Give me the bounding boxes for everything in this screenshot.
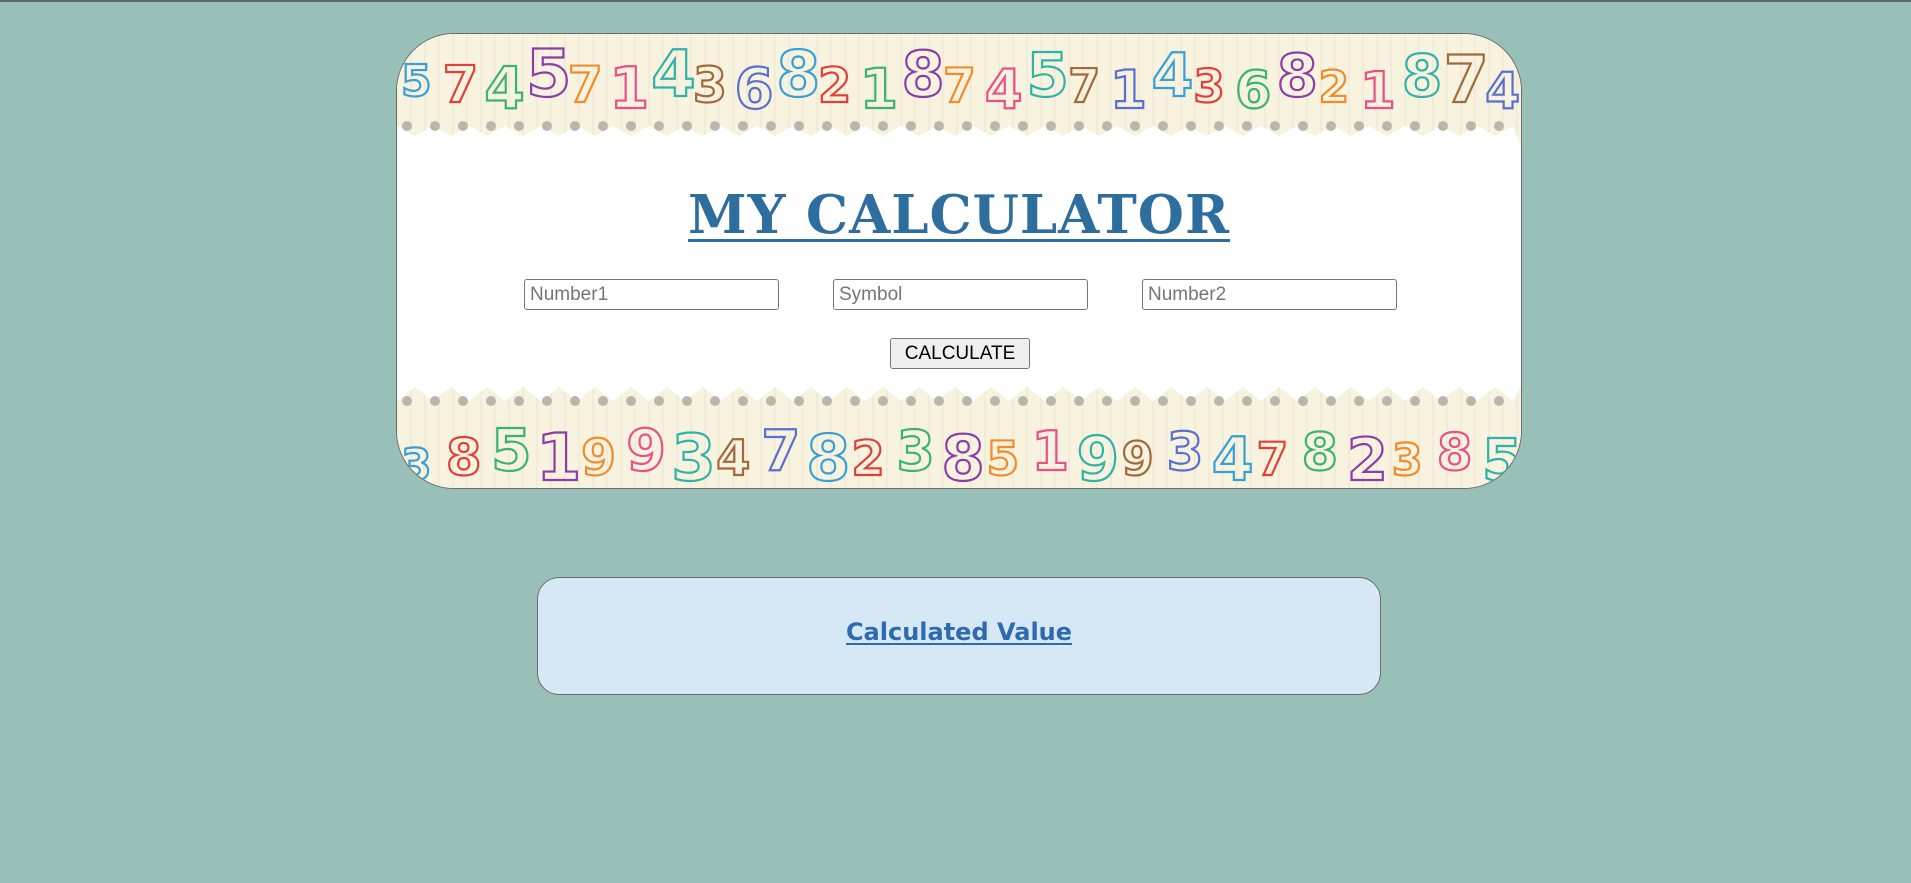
border-numeral: 9 xyxy=(1077,424,1119,488)
border-numeral: 2 xyxy=(851,431,884,487)
border-numeral: 2 xyxy=(818,58,851,114)
border-numeral: 7 xyxy=(443,56,479,115)
border-numeral: 8 xyxy=(1277,41,1318,110)
border-numeral: 1 xyxy=(536,421,581,488)
border-numeral: 5 xyxy=(401,56,432,107)
border-numeral: 8 xyxy=(776,38,820,111)
border-numeral: 1 xyxy=(860,57,898,121)
border-numeral: 4 xyxy=(716,430,750,487)
number1-input[interactable] xyxy=(524,279,779,310)
border-numeral: 3 xyxy=(693,57,727,114)
page-title: MY CALCULATOR xyxy=(687,184,1231,246)
border-numeral: 1 xyxy=(610,56,650,122)
border-numeral: 3 xyxy=(1167,422,1204,483)
border-numeral: 5 xyxy=(1482,426,1521,488)
border-numeral: 8 xyxy=(941,422,984,488)
border-numeral: 4 xyxy=(651,38,696,112)
border-numeral: 8 xyxy=(1437,424,1473,483)
border-numeral: 2 xyxy=(1318,62,1349,113)
result-card: Calculated Value xyxy=(537,577,1381,695)
border-numeral: 7 xyxy=(1257,433,1288,486)
border-numeral: 6 xyxy=(1235,61,1271,121)
border-numeral: 3 xyxy=(1392,435,1423,486)
border-numeral: 8 xyxy=(806,422,850,488)
border-numeral: 9 xyxy=(1122,432,1154,486)
border-numeral: 7 xyxy=(1068,59,1100,113)
border-numeral: 4 xyxy=(1212,425,1254,488)
number2-input[interactable] xyxy=(1142,279,1397,310)
border-numeral: 4 xyxy=(1485,62,1520,120)
border-numeral: 3 xyxy=(1193,60,1224,113)
border-numeral: 6 xyxy=(735,57,774,122)
border-numeral: 5 xyxy=(526,37,571,112)
border-numeral: 7 xyxy=(1444,43,1489,118)
border-numeral: 9 xyxy=(581,429,616,487)
border-numeral: 2 xyxy=(1347,425,1388,488)
border-numeral: 9 xyxy=(626,418,666,484)
border-numeral: 4 xyxy=(484,54,524,122)
numbers-border-top: 574571436821874571436821874 xyxy=(397,34,1521,152)
calculator-card: 574571436821874571436821874 385199347823… xyxy=(396,33,1522,489)
border-numeral: 3 xyxy=(671,422,716,488)
numbers-border-bottom: 3851993478238519934782385 xyxy=(397,383,1521,488)
calculate-button[interactable]: CALCULATE xyxy=(890,338,1030,369)
border-numeral: 7 xyxy=(568,56,603,114)
border-numeral: 7 xyxy=(943,59,976,114)
border-numeral: 3 xyxy=(896,419,934,483)
border-numeral: 7 xyxy=(761,419,800,484)
border-numeral: 1 xyxy=(1110,60,1147,121)
border-numeral: 1 xyxy=(1360,62,1396,121)
border-numeral: 8 xyxy=(901,38,944,111)
border-numeral: 3 xyxy=(401,440,432,488)
border-numeral: 5 xyxy=(1027,40,1069,111)
window-top-edge xyxy=(0,0,1911,2)
border-numeral: 4 xyxy=(1152,41,1194,111)
border-numeral: 8 xyxy=(1402,42,1442,110)
symbol-input[interactable] xyxy=(833,279,1088,310)
border-numeral: 1 xyxy=(1032,420,1070,483)
result-title: Calculated Value xyxy=(845,618,1073,646)
border-numeral: 4 xyxy=(985,58,1023,121)
border-numeral: 5 xyxy=(491,416,531,484)
border-numeral: 8 xyxy=(446,429,482,488)
border-numeral: 8 xyxy=(1302,423,1338,483)
border-numeral: 5 xyxy=(987,432,1020,487)
